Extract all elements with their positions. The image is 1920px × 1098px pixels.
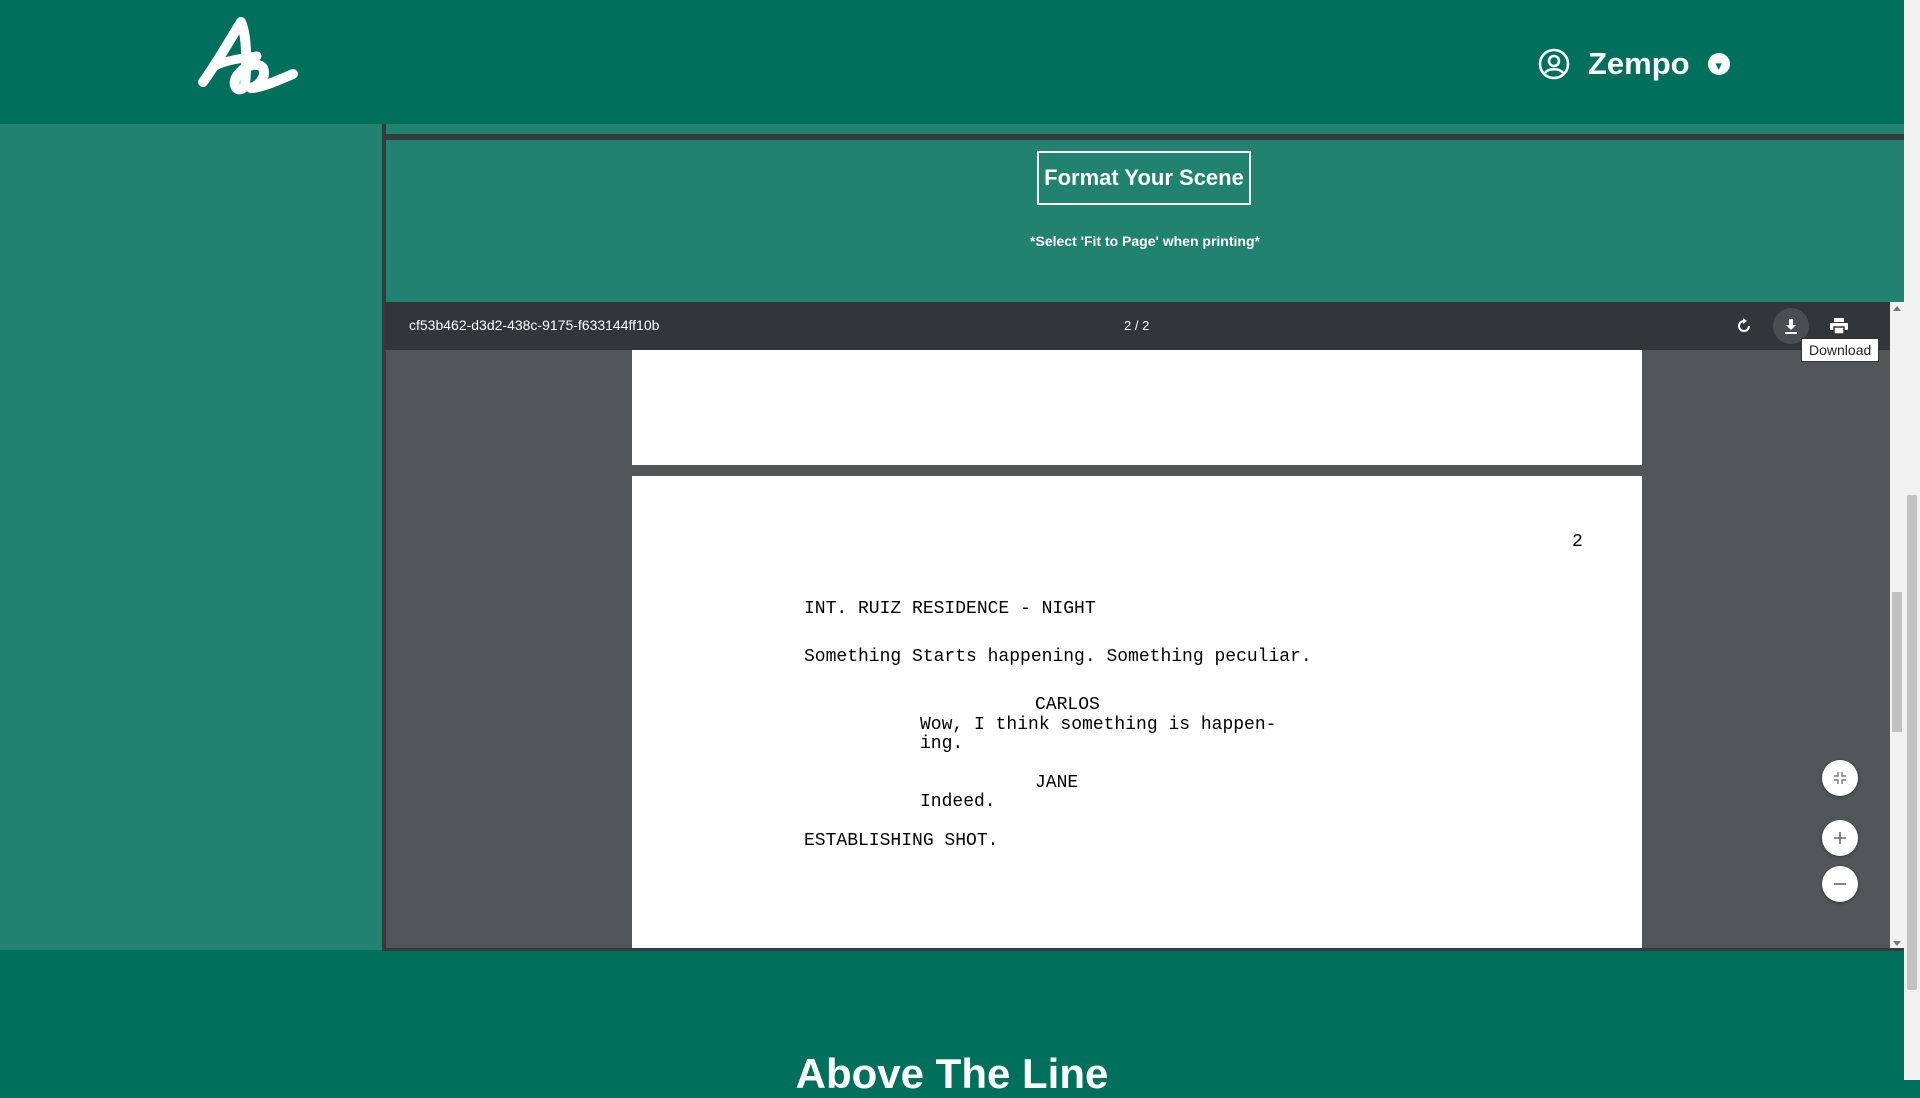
- page-indicator: 2 / 2: [1124, 318, 1150, 333]
- pdf-page-1: [632, 350, 1642, 465]
- fit-page-button[interactable]: [1822, 760, 1858, 796]
- action-line: ESTABLISHING SHOT.: [804, 831, 999, 851]
- action-line: Something Starts happening. Something pe…: [804, 647, 1312, 667]
- dialogue-line: Indeed.: [920, 792, 996, 812]
- pdf-toolbar: cf53b462-d3d2-438c-9175-f633144ff10b 2 /…: [386, 302, 1890, 350]
- download-icon: [1785, 319, 1797, 334]
- character-name: CARLOS: [1035, 695, 1100, 715]
- script-a-logo-icon[interactable]: [195, 16, 299, 96]
- site-header: Zempo ▾: [0, 0, 1904, 124]
- zoom-in-button[interactable]: [1822, 820, 1858, 856]
- character-name: JANE: [1035, 773, 1079, 793]
- footer-title: Above The Line: [795, 1050, 1109, 1097]
- page-scrollbar[interactable]: [1904, 0, 1920, 1080]
- caret-down-icon[interactable]: ▾: [1707, 53, 1730, 75]
- fit-page-icon: [1834, 772, 1846, 784]
- print-icon: [1830, 318, 1848, 335]
- viewer-scroll-thumb[interactable]: [1892, 592, 1902, 732]
- viewer-scrollbar[interactable]: [1890, 302, 1904, 950]
- download-tooltip: Download: [1801, 338, 1880, 362]
- format-scene-button[interactable]: Format Your Scene: [1037, 151, 1251, 205]
- left-panel: [0, 124, 382, 950]
- user-name[interactable]: Zempo: [1588, 46, 1690, 82]
- scroll-up-icon[interactable]: [1893, 306, 1901, 311]
- document-title: cf53b462-d3d2-438c-9175-f633144ff10b: [409, 317, 660, 333]
- user-menu[interactable]: Zempo ▾: [1538, 44, 1730, 84]
- zoom-in-icon: [1834, 832, 1846, 844]
- zoom-out-icon: [1834, 883, 1846, 885]
- dialogue-line: Wow, I think something is happen-: [920, 715, 1277, 735]
- scroll-down-icon[interactable]: [1893, 941, 1901, 946]
- user-circle-icon: [1538, 48, 1570, 80]
- zoom-out-button[interactable]: [1822, 866, 1858, 902]
- page-scroll-thumb[interactable]: [1907, 495, 1917, 990]
- dialogue-line: ing.: [920, 734, 964, 754]
- rotate-icon: [1738, 318, 1750, 332]
- scene-heading: INT. RUIZ RESIDENCE - NIGHT: [804, 599, 1096, 619]
- print-note: *Select 'Fit to Page' when printing*: [1030, 233, 1260, 249]
- top-strip: [386, 124, 1904, 134]
- dropdown-glyph: ▾: [1715, 57, 1722, 73]
- rotate-button[interactable]: [1726, 308, 1762, 344]
- page-number: 2: [1572, 532, 1583, 552]
- pdf-page-2: 2 INT. RUIZ RESIDENCE - NIGHT Something …: [632, 476, 1642, 950]
- pdf-viewer[interactable]: cf53b462-d3d2-438c-9175-f633144ff10b 2 /…: [386, 302, 1890, 950]
